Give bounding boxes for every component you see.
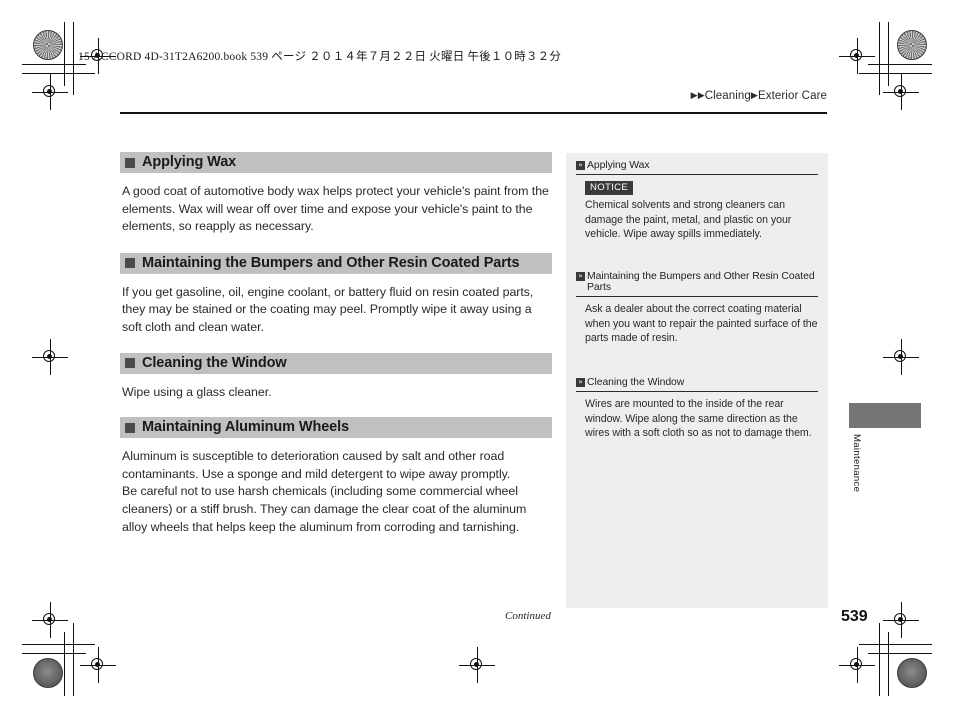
crop-mark (879, 22, 881, 95)
section-body-applying-wax: A good coat of automotive body wax helps… (120, 173, 552, 236)
density-patch (33, 30, 63, 60)
crop-mark (73, 623, 75, 696)
crop-mark (868, 653, 932, 655)
side-heading-maintaining-bumpers: » Maintaining the Bumpers and Other Resi… (576, 264, 818, 293)
side-section-maintaining-bumpers: » Maintaining the Bumpers and Other Resi… (566, 264, 828, 346)
crop-mark (73, 22, 75, 95)
paragraph: Wires are mounted to the inside of the r… (585, 398, 812, 440)
side-info-panel: » Applying Wax NOTICE Chemical solvents … (566, 153, 828, 608)
density-patch (33, 658, 63, 688)
density-patch (897, 30, 927, 60)
registration-mark (32, 602, 68, 638)
side-body-maintaining-bumpers: Ask a dealer about the correct coating m… (576, 297, 818, 346)
paragraph: If you get gasoline, oil, engine coolant… (122, 284, 534, 334)
page-number: 539 (841, 608, 868, 625)
section-cleaning-window: Cleaning the Window Wipe using a glass c… (120, 352, 552, 402)
section-body-maintaining-aluminum-wheels: Aluminum is susceptible to deterioration… (120, 438, 552, 536)
crop-mark (888, 22, 890, 86)
double-chevron-icon: » (576, 161, 585, 170)
crop-mark (859, 644, 932, 646)
section-heading-maintaining-aluminum-wheels: Maintaining Aluminum Wheels (120, 417, 552, 439)
section-heading-label: Cleaning the Window (142, 354, 287, 371)
side-section-applying-wax: » Applying Wax NOTICE Chemical solvents … (566, 153, 828, 242)
manual-page: 15 ACCORD 4D-31T2A6200.book 539 ページ ２０１４… (0, 0, 954, 718)
registration-mark (883, 602, 919, 638)
density-patch (897, 658, 927, 688)
registration-mark (32, 74, 68, 110)
side-heading-label: Maintaining the Bumpers and Other Resin … (587, 270, 815, 293)
double-chevron-icon: » (576, 377, 585, 387)
crop-mark (64, 22, 66, 86)
header-divider (120, 112, 827, 115)
section-heading-label: Applying Wax (142, 154, 237, 171)
thumb-index-tab (849, 403, 921, 428)
crop-mark (868, 64, 932, 66)
paragraph: A good coat of automotive body wax helps… (122, 184, 549, 234)
registration-mark (80, 647, 116, 683)
section-applying-wax: Applying Wax A good coat of automotive b… (120, 152, 552, 236)
registration-mark (459, 647, 495, 683)
crop-mark (22, 653, 86, 655)
notice-badge: NOTICE (585, 181, 634, 196)
side-section-cleaning-window: » Cleaning the Window Wires are mounted … (566, 370, 828, 441)
section-body-maintaining-bumpers: If you get gasoline, oil, engine coolant… (120, 274, 552, 337)
square-bullet-icon (125, 358, 135, 369)
breadcrumb-double-arrow-icon: ▶▶ (690, 90, 705, 100)
paragraph: Aluminum is susceptible to deterioration… (122, 449, 511, 481)
registration-mark (32, 339, 68, 375)
section-heading-applying-wax: Applying Wax (120, 152, 552, 173)
side-body-applying-wax: NOTICE Chemical solvents and strong clea… (576, 175, 818, 242)
registration-mark (883, 74, 919, 110)
paragraph: Wipe using a glass cleaner. (122, 384, 272, 399)
side-body-cleaning-window: Wires are mounted to the inside of the r… (576, 392, 818, 441)
paragraph: Chemical solvents and strong cleaners ca… (585, 199, 792, 241)
breadcrumb: ▶▶Cleaning▶Exterior Care (691, 90, 827, 102)
breadcrumb-level-1[interactable]: Cleaning (705, 90, 751, 102)
side-heading-cleaning-window: » Cleaning the Window (576, 370, 818, 388)
square-bullet-icon (125, 422, 135, 433)
section-heading-label: Maintaining Aluminum Wheels (142, 419, 350, 436)
side-heading-label: Applying Wax (587, 160, 650, 171)
double-chevron-icon: » (576, 271, 585, 281)
paragraph: Ask a dealer about the correct coating m… (585, 303, 818, 345)
section-heading-label: Maintaining the Bumpers and Other Resin … (142, 255, 520, 272)
crop-mark (64, 632, 66, 696)
square-bullet-icon (125, 157, 135, 168)
side-heading-applying-wax: » Applying Wax (576, 153, 818, 171)
registration-mark (839, 38, 875, 74)
crop-mark (22, 73, 95, 75)
section-heading-cleaning-window: Cleaning the Window (120, 352, 552, 374)
section-body-cleaning-window: Wipe using a glass cleaner. (120, 374, 552, 402)
side-heading-label: Cleaning the Window (587, 376, 685, 388)
crop-mark (859, 73, 932, 75)
registration-mark (883, 339, 919, 375)
section-maintaining-aluminum-wheels: Maintaining Aluminum Wheels Aluminum is … (120, 417, 552, 536)
crop-mark (22, 644, 95, 646)
section-maintaining-bumpers: Maintaining the Bumpers and Other Resin … (120, 252, 552, 337)
crop-mark (879, 623, 881, 696)
square-bullet-icon (125, 258, 135, 269)
crop-mark (888, 632, 890, 696)
breadcrumb-single-arrow-icon: ▶ (750, 90, 758, 100)
main-content-column: Applying Wax A good coat of automotive b… (120, 152, 552, 552)
crop-mark (22, 64, 86, 66)
registration-mark (839, 647, 875, 683)
thumb-index-label: Maintenance (851, 434, 862, 493)
paragraph: Be careful not to use harsh chemicals (i… (122, 484, 527, 534)
breadcrumb-level-2[interactable]: Exterior Care (758, 90, 827, 102)
continued-label: Continued (505, 610, 551, 622)
section-heading-maintaining-bumpers: Maintaining the Bumpers and Other Resin … (120, 252, 552, 274)
print-header-code: 15 ACCORD 4D-31T2A6200.book 539 ページ ２０１４… (78, 51, 562, 63)
